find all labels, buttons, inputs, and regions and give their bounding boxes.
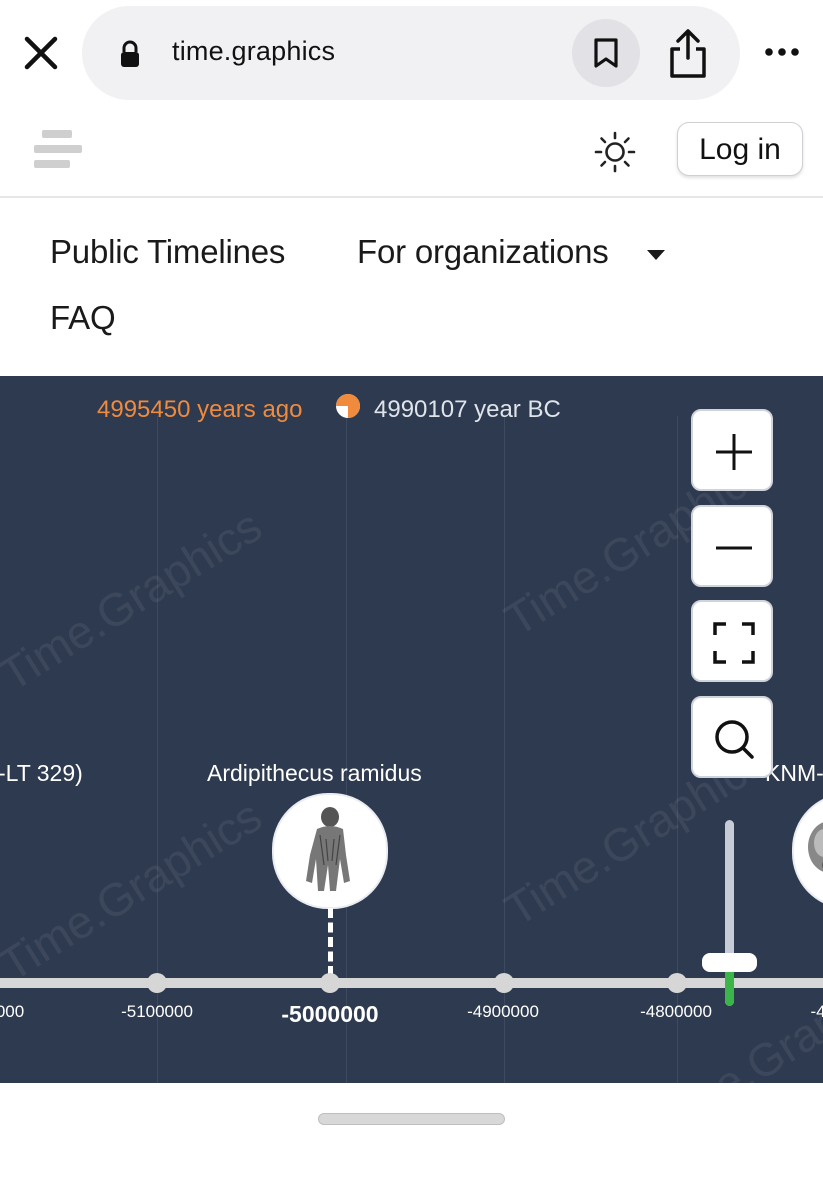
tick-label: -4800000	[640, 1002, 712, 1021]
url-text: time.graphics	[172, 36, 336, 66]
menu-logo-icon[interactable]	[34, 128, 84, 177]
axis-tick-dot	[147, 973, 167, 993]
lock-icon	[120, 40, 140, 68]
timeline-canvas[interactable]: Time.Graphics Time.Graphics Time.Graphic…	[0, 376, 823, 1083]
tick-label: -4900000	[467, 1002, 539, 1021]
tick-label: -5000000	[281, 1001, 379, 1027]
minus-icon	[716, 546, 752, 550]
tick-label: 000	[0, 1002, 25, 1021]
event-thumbnail[interactable]	[272, 793, 388, 909]
site-header: Log in	[0, 110, 823, 198]
axis-tick-dot	[494, 973, 514, 993]
login-button[interactable]: Log in	[677, 122, 803, 176]
nav-faq[interactable]: FAQ	[50, 299, 116, 337]
watermark: Time.Graphics	[0, 789, 271, 991]
more-icon[interactable]	[764, 40, 800, 64]
zoom-slider-handle[interactable]	[702, 953, 757, 972]
fullscreen-button[interactable]	[691, 600, 773, 682]
years-ago-readout: 4995450 years ago	[97, 396, 303, 423]
chevron-down-icon[interactable]	[646, 248, 666, 260]
address-bar[interactable]: time.graphics	[82, 6, 740, 100]
nav-public-timelines[interactable]: Public Timelines	[50, 233, 285, 271]
event-label[interactable]: Ardipithecus ramidus	[207, 760, 422, 787]
event-thumbnail[interactable]	[792, 793, 823, 909]
close-icon[interactable]	[22, 34, 60, 72]
timeline-axis	[0, 978, 823, 988]
search-icon	[715, 720, 754, 759]
watermark: Time.Graphics	[0, 499, 271, 701]
event-label[interactable]: KNM-	[765, 760, 823, 787]
event-connector	[328, 908, 333, 976]
sun-icon[interactable]	[593, 130, 637, 174]
zoom-out-button[interactable]	[691, 505, 773, 587]
zoom-in-button[interactable]	[691, 409, 773, 491]
event-label[interactable]: -LT 329)	[0, 760, 83, 787]
year-bc-readout: 4990107 year BC	[374, 396, 561, 423]
axis-tick-dot	[320, 973, 340, 993]
plus-icon	[716, 434, 752, 470]
axis-tick-dot	[667, 973, 687, 993]
search-button[interactable]	[691, 696, 773, 778]
bookmark-icon[interactable]	[572, 19, 640, 87]
scroll-indicator	[318, 1113, 505, 1125]
fullscreen-icon	[713, 622, 755, 664]
nav-for-organizations[interactable]: For organizations	[357, 233, 609, 271]
share-icon[interactable]	[664, 28, 712, 80]
tick-label: -5100000	[121, 1002, 193, 1021]
half-circle-icon	[335, 393, 361, 419]
tick-label: -4	[810, 1002, 823, 1021]
